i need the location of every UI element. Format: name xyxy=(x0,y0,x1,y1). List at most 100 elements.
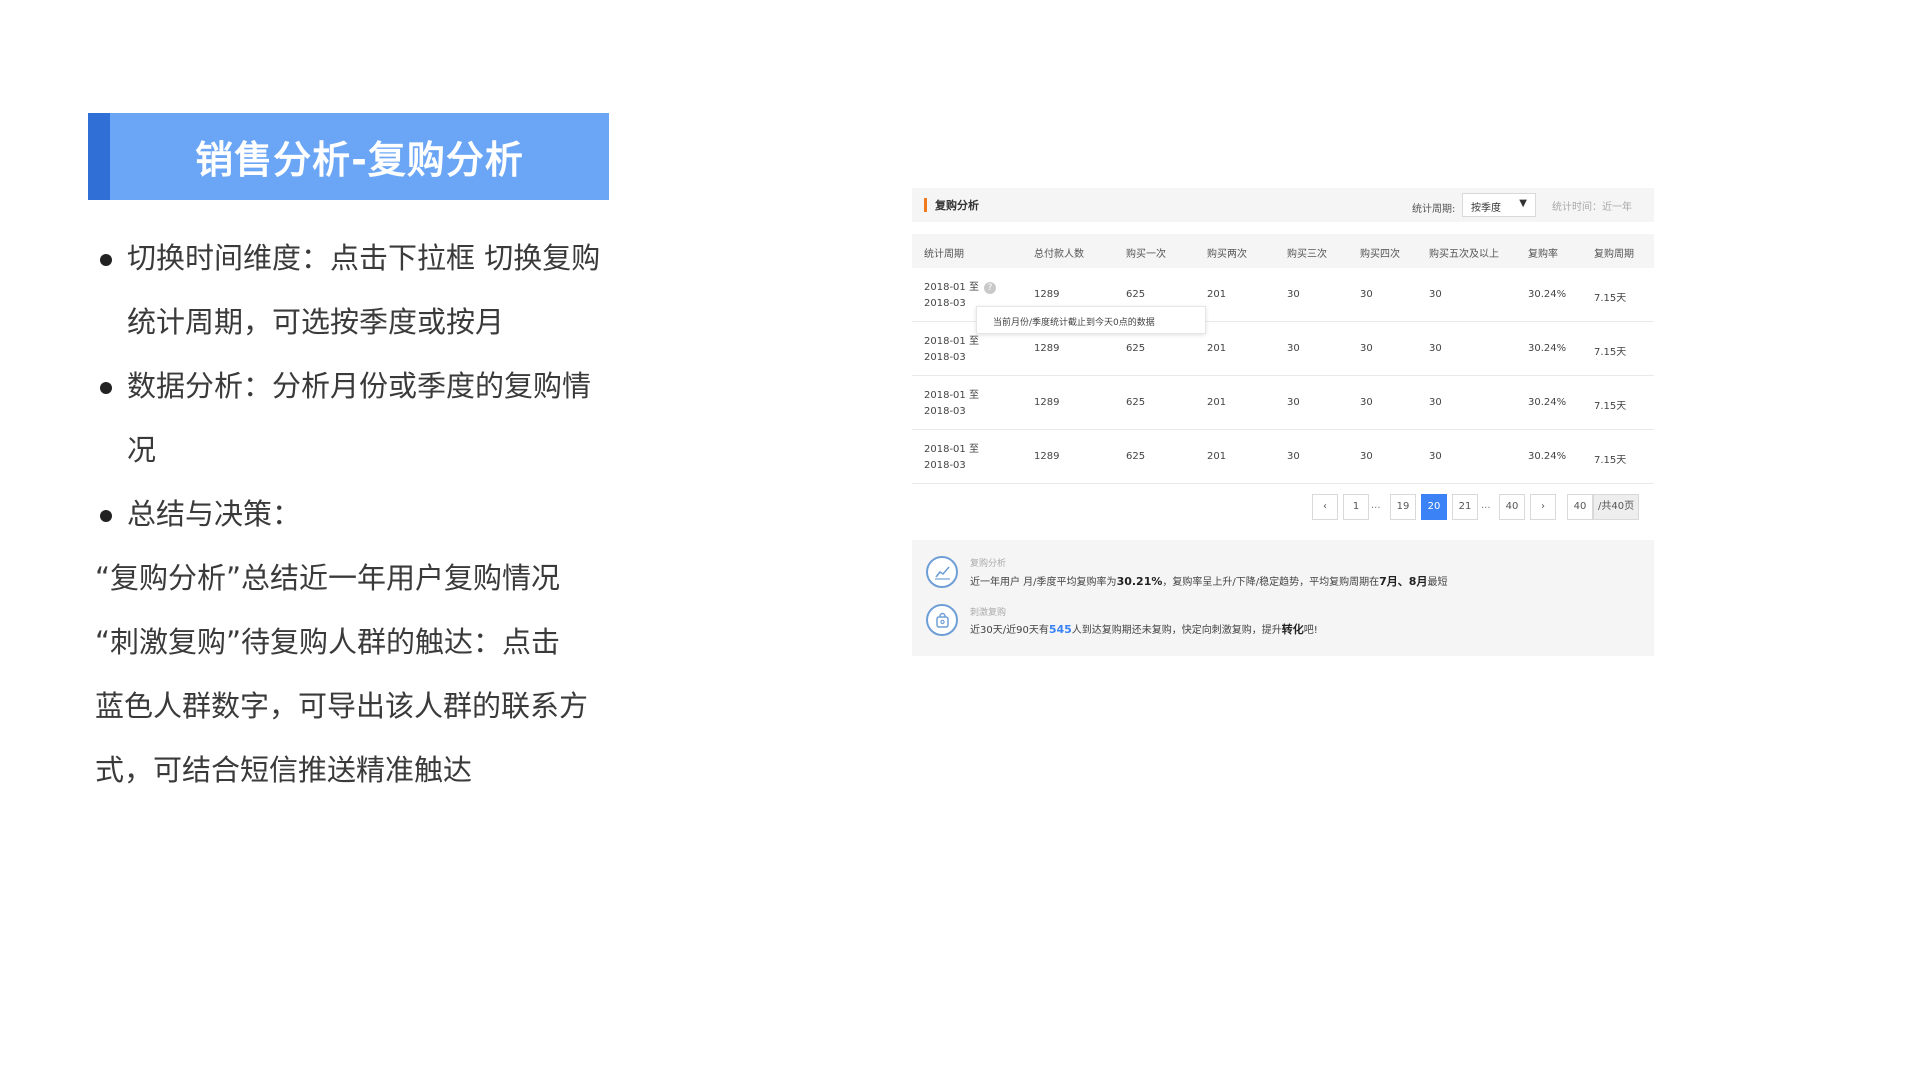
period-end: 2018-03 xyxy=(924,406,966,417)
page-button-21[interactable]: 21 xyxy=(1452,494,1478,520)
period-start: 2018-01 至 xyxy=(924,444,979,455)
paragraph-line-1: “复购分析”总结近一年用户复购情况 xyxy=(95,561,561,595)
repurchase-analysis-text: 近一年用户 月/季度平均复购率为30.21%，复购率呈上升/下降/稳定趋势，平均… xyxy=(970,573,1447,589)
period-end: 2018-03 xyxy=(924,460,966,471)
thrice-cell: 30 xyxy=(1287,289,1300,300)
col-rate: 复购率 xyxy=(1528,249,1558,260)
cycle-cell: 7.15天 xyxy=(1594,347,1627,358)
four-cell: 30 xyxy=(1360,451,1373,462)
once-cell: 625 xyxy=(1126,289,1146,300)
period-cell: 2018-01 至 2018-03 xyxy=(924,334,979,366)
stimulate-text-b: 人到达复购期还未复购，快定向刺激复购，提升 xyxy=(1071,625,1282,636)
cycle-cell: 7.15天 xyxy=(1594,293,1627,304)
payers-cell: 1289 xyxy=(1034,451,1060,462)
prev-page-button[interactable]: ‹ xyxy=(1312,494,1338,520)
five-plus-cell: 30 xyxy=(1429,451,1442,462)
stimulate-text-a: 近30天/近90天有 xyxy=(970,625,1049,636)
col-twice: 购买两次 xyxy=(1207,249,1247,260)
period-cell: 2018-01 至 2018-03 xyxy=(924,280,979,312)
once-cell: 625 xyxy=(1126,397,1146,408)
col-cycle: 复购周期 xyxy=(1594,249,1634,260)
col-thrice: 购买三次 xyxy=(1287,249,1327,260)
rate-cell: 30.24% xyxy=(1528,289,1567,300)
shopping-bag-icon xyxy=(926,604,958,636)
bullet-summary-decision: 总结与决策： xyxy=(95,482,655,546)
paragraph-line-4: 式，可结合短信推送精准触达 xyxy=(95,753,473,787)
five-plus-cell: 30 xyxy=(1429,343,1442,354)
help-icon[interactable]: ? xyxy=(984,282,996,294)
next-page-button[interactable]: › xyxy=(1530,494,1556,520)
header-accent-bar xyxy=(924,198,927,212)
payers-cell: 1289 xyxy=(1034,397,1060,408)
col-payers: 总付款人数 xyxy=(1034,249,1084,260)
period-dropdown-value: 按季度 xyxy=(1471,203,1501,214)
period-cell: 2018-01 至 2018-03 xyxy=(924,388,979,420)
page-button-40[interactable]: 40 xyxy=(1499,494,1525,520)
repurchase-table: 统计周期 总付款人数 购买一次 购买两次 购买三次 购买四次 购买五次及以上 复… xyxy=(912,234,1654,484)
stimulate-repurchase-label: 刺激复购 xyxy=(970,608,1007,618)
slide-notes: 切换时间维度：点击下拉框 切换复购 统计周期，可选按季度或按月 数据分析：分析月… xyxy=(95,226,655,802)
cycle-cell: 7.15天 xyxy=(1594,455,1627,466)
paragraph-line-2: “刺激复购”待复购人群的触达：点击 xyxy=(95,625,561,659)
title-accent-strip xyxy=(88,113,110,200)
repurchase-panel: 复购分析 统计周期: 按季度 ▼ 统计时间：近一年 统计周期 总付款人数 购买一… xyxy=(912,188,1654,656)
four-cell: 30 xyxy=(1360,397,1373,408)
once-cell: 625 xyxy=(1126,343,1146,354)
period-tooltip: 当前月份/季度统计截止到今天0点的数据 xyxy=(976,306,1206,334)
page-ellipsis: ... xyxy=(1371,500,1381,511)
rate-cell: 30.24% xyxy=(1528,397,1567,408)
twice-cell: 201 xyxy=(1207,451,1227,462)
five-plus-cell: 30 xyxy=(1429,289,1442,300)
conversion-emphasis: 转化 xyxy=(1281,623,1304,636)
panel-header: 复购分析 统计周期: 按季度 ▼ 统计时间：近一年 xyxy=(912,188,1654,222)
col-four: 购买四次 xyxy=(1360,249,1400,260)
avg-repurchase-rate: 30.21% xyxy=(1116,575,1163,588)
caret-down-icon: ▼ xyxy=(1519,198,1527,209)
stat-time-label: 统计时间：近一年 xyxy=(1552,202,1632,213)
twice-cell: 201 xyxy=(1207,343,1227,354)
total-pages-label: /共40页 xyxy=(1593,494,1640,520)
bullet-data-analysis-cont: 况 xyxy=(127,433,157,467)
col-once: 购买一次 xyxy=(1126,249,1166,260)
audience-count-link[interactable]: 545 xyxy=(1049,623,1072,636)
repurchase-text-c: 最短 xyxy=(1427,577,1448,588)
shortest-cycle-months: 7月、8月 xyxy=(1379,575,1428,588)
repurchase-text-b: ，复购率呈上升/下降/稳定趋势，平均复购周期在 xyxy=(1162,577,1380,588)
slide-title-bar: 销售分析-复购分析 xyxy=(88,113,609,200)
once-cell: 625 xyxy=(1126,451,1146,462)
period-start: 2018-01 至 xyxy=(924,282,979,293)
repurchase-text-a: 近一年用户 月/季度平均复购率为 xyxy=(970,577,1117,588)
five-plus-cell: 30 xyxy=(1429,397,1442,408)
four-cell: 30 xyxy=(1360,343,1373,354)
col-five-plus: 购买五次及以上 xyxy=(1429,249,1499,260)
page-button-19[interactable]: 19 xyxy=(1390,494,1416,520)
bullet-switch-time-cont: 统计周期，可选按季度或按月 xyxy=(127,305,505,339)
bullet-data-analysis: 数据分析：分析月份或季度的复购情 xyxy=(95,354,655,418)
panel-title: 复购分析 xyxy=(935,199,979,212)
repurchase-analysis-label: 复购分析 xyxy=(970,559,1007,569)
summary-box: 复购分析 近一年用户 月/季度平均复购率为30.21%，复购率呈上升/下降/稳定… xyxy=(912,540,1654,656)
period-start: 2018-01 至 xyxy=(924,336,979,347)
period-dropdown[interactable]: 按季度 ▼ xyxy=(1462,193,1536,217)
period-end: 2018-03 xyxy=(924,298,966,309)
table-row: 2018-01 至 2018-03 1289 625 201 30 30 30 … xyxy=(912,376,1654,430)
period-start: 2018-01 至 xyxy=(924,390,979,401)
rate-cell: 30.24% xyxy=(1528,451,1567,462)
paragraph-line-3: 蓝色人群数字，可导出该人群的联系方 xyxy=(95,689,589,723)
table-row: 2018-01 至 2018-03 1289 625 201 30 30 30 … xyxy=(912,430,1654,484)
bullet-switch-time: 切换时间维度：点击下拉框 切换复购 xyxy=(95,226,655,290)
payers-cell: 1289 xyxy=(1034,343,1060,354)
jump-page-input[interactable]: 40 xyxy=(1567,494,1593,520)
page-ellipsis: ... xyxy=(1481,500,1491,511)
col-period: 统计周期 xyxy=(924,249,964,260)
pagination: ‹ 1 ... 19 20 21 ... 40 › 40 /共40页 xyxy=(912,484,1654,528)
page-button-20-active[interactable]: 20 xyxy=(1421,494,1447,520)
rate-cell: 30.24% xyxy=(1528,343,1567,354)
four-cell: 30 xyxy=(1360,289,1373,300)
trend-chart-icon xyxy=(926,556,958,588)
page-button-1[interactable]: 1 xyxy=(1343,494,1369,520)
stimulate-text-c: 吧! xyxy=(1303,625,1318,636)
twice-cell: 201 xyxy=(1207,289,1227,300)
slide-title: 销售分析-复购分析 xyxy=(195,138,524,182)
payers-cell: 1289 xyxy=(1034,289,1060,300)
